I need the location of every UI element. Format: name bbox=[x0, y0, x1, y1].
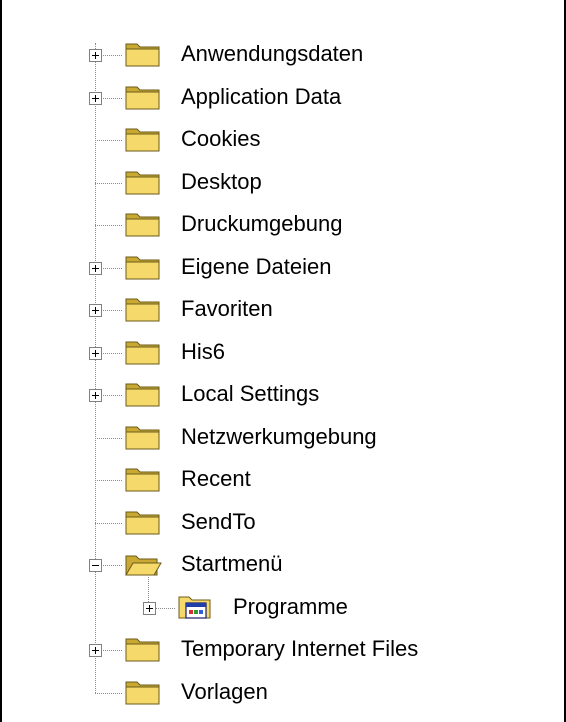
tree-branch-line bbox=[95, 182, 122, 184]
tree-item-anwendungsdaten[interactable]: Anwendungsdaten bbox=[181, 40, 363, 68]
tree-branch-line bbox=[95, 522, 122, 524]
expand-button-his6[interactable] bbox=[89, 346, 102, 360]
tree-item-startmen[interactable]: Startmenü bbox=[181, 550, 283, 578]
folder-icon bbox=[124, 380, 162, 408]
folder-icon bbox=[124, 125, 162, 153]
tree-branch-line bbox=[95, 437, 122, 439]
tree-item-sendto[interactable]: SendTo bbox=[181, 508, 256, 536]
tree-item-vorlagen[interactable]: Vorlagen bbox=[181, 678, 268, 706]
tree-branch-line bbox=[95, 225, 122, 226]
folder-icon bbox=[124, 253, 162, 281]
tree-item-desktop[interactable]: Desktop bbox=[181, 168, 262, 196]
tree-branch-line bbox=[95, 480, 122, 481]
folder-icon bbox=[124, 635, 162, 663]
expand-button-anwendungsdaten[interactable] bbox=[89, 49, 102, 62]
tree-item-application-data[interactable]: Application Data bbox=[181, 83, 341, 111]
expand-button-temporary-internet-files[interactable] bbox=[89, 644, 102, 657]
folder-icon bbox=[124, 678, 162, 706]
tree-branch-line bbox=[95, 692, 122, 694]
tree-item-programme[interactable]: Programme bbox=[233, 593, 348, 621]
tree-item-his6[interactable]: His6 bbox=[181, 338, 225, 366]
collapse-button-startmen[interactable] bbox=[89, 559, 102, 572]
folder-icon bbox=[124, 210, 162, 238]
folder-icon bbox=[124, 83, 162, 111]
tree-item-netzwerkumgebung[interactable]: Netzwerkumgebung bbox=[181, 423, 377, 451]
folder-icon bbox=[124, 40, 162, 68]
tree-item-recent[interactable]: Recent bbox=[181, 465, 251, 493]
folder-icon bbox=[124, 295, 162, 323]
minus-icon bbox=[92, 565, 99, 566]
expand-button-local-settings[interactable] bbox=[89, 389, 102, 402]
tree-item-favoriten[interactable]: Favoriten bbox=[181, 295, 273, 323]
folder-icon bbox=[124, 338, 162, 366]
expand-button-eigene-dateien[interactable] bbox=[89, 261, 102, 275]
folder-icon bbox=[124, 508, 162, 536]
tree-item-eigene-dateien[interactable]: Eigene Dateien bbox=[181, 253, 331, 281]
tree-item-druckumgebung[interactable]: Druckumgebung bbox=[181, 210, 342, 238]
open-folder-icon bbox=[124, 550, 162, 578]
tree-item-cookies[interactable]: Cookies bbox=[181, 125, 260, 153]
expand-button-application-data[interactable] bbox=[89, 91, 102, 105]
tree-branch-line bbox=[95, 140, 122, 141]
expand-button-programme[interactable] bbox=[143, 601, 156, 615]
folder-icon bbox=[124, 423, 162, 451]
tree-item-temporary-internet-files[interactable]: Temporary Internet Files bbox=[181, 635, 418, 663]
tree-item-local-settings[interactable]: Local Settings bbox=[181, 380, 319, 408]
expand-button-favoriten[interactable] bbox=[89, 304, 102, 317]
folder-icon bbox=[124, 168, 162, 196]
folder-icon bbox=[124, 465, 162, 493]
program-group-icon bbox=[177, 593, 215, 621]
